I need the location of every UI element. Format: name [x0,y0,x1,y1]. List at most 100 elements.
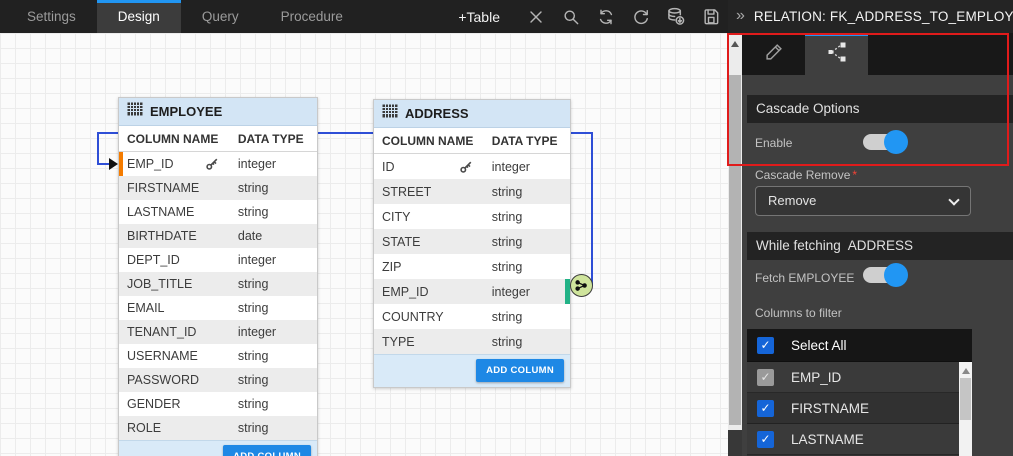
panel-scrollbar[interactable] [728,33,742,456]
table-row[interactable]: EMP_ID integer [119,152,317,176]
table-footer: ADD COLUMN [374,354,570,387]
toolbar-tab[interactable]: Design [97,0,181,33]
data-type-cell: string [492,260,523,274]
column-name-cell: USERNAME [127,349,198,363]
relation-connector-icon[interactable] [570,274,593,297]
save-icon[interactable] [693,0,728,33]
data-type-cell: string [492,185,523,199]
cascade-remove-select[interactable]: Remove [755,186,971,216]
table-row[interactable]: ROLE string [119,416,317,440]
column-name-cell: STREET [382,185,431,199]
table-row[interactable]: BIRTHDATE date [119,224,317,248]
scroll-up-icon[interactable] [731,41,739,47]
column-name-cell: LASTNAME [127,205,194,219]
table-row[interactable]: EMAIL string [119,296,317,320]
column-name-cell: GENDER [127,397,180,411]
column-checkbox[interactable]: ✓ [757,431,774,448]
table-employee-header[interactable]: EMPLOYEE [119,98,317,126]
table-rows: EMP_ID integer FIRSTNAME [119,152,317,440]
column-filter-row[interactable]: ✓ LASTNAME [747,424,972,455]
toolbar-tab-label: Settings [27,9,76,24]
close-icon[interactable] [518,0,553,33]
refresh-icon[interactable] [588,0,623,33]
scrollbar-thumb[interactable] [960,378,971,420]
select-all-row[interactable]: ✓ Select All [747,329,972,362]
table-row[interactable]: TYPE string [374,329,570,354]
toolbar-tab[interactable]: Procedure [260,0,364,33]
column-filter-row[interactable]: ✓ FIRSTNAME [747,393,972,424]
column-name-cell: CITY [382,210,410,224]
table-row[interactable]: FIRSTNAME string [119,176,317,200]
column-name-cell: EMAIL [127,301,165,315]
column-name-cell: ID [382,160,395,174]
tab-edit-relation[interactable] [742,33,805,75]
data-type-cell: string [492,310,523,324]
table-row[interactable]: STATE string [374,229,570,254]
fetch-employee-label: Fetch EMPLOYEE [755,271,854,285]
table-employee[interactable]: EMPLOYEE COLUMN NAME DATA TYPE EMP_ID [118,97,318,456]
search-icon[interactable] [553,0,588,33]
add-column-button[interactable]: ADD COLUMN [476,359,564,382]
data-type-header: DATA TYPE [484,128,570,153]
while-fetching-header: While fetchingADDRESS [747,232,1013,260]
table-row[interactable]: JOB_TITLE string [119,272,317,296]
table-row[interactable]: DEPT_ID integer [119,248,317,272]
data-type-cell: integer [238,253,276,267]
cascade-remove-value: Remove [768,193,816,208]
toolbar-tab-label: Query [202,9,239,24]
relation-arrow-icon [109,158,118,170]
chevron-down-icon [948,194,959,205]
scrollbar-thumb[interactable] [729,75,741,425]
table-row[interactable]: CITY string [374,204,570,229]
required-asterisk: * [852,168,857,182]
table-row[interactable]: ZIP string [374,254,570,279]
data-type-cell: string [492,235,523,249]
table-footer: ADD COLUMN [119,440,317,456]
list-scrollbar[interactable] [959,362,972,456]
data-type-cell: integer [238,157,276,171]
redo-icon[interactable] [623,0,658,33]
column-checkbox[interactable]: ✓ [757,369,774,386]
panel-header: » RELATION: FK_ADDRESS_TO_EMPLOY... [728,0,1013,33]
data-type-cell: string [238,421,269,435]
panel-tabbar [742,33,1013,75]
data-type-header: DATA TYPE [230,126,317,151]
primary-key-icon [206,158,218,170]
column-name-cell: DEPT_ID [127,253,180,267]
data-type-cell: string [238,205,269,219]
column-filter-row[interactable]: ✓ EMP_ID [747,362,972,393]
table-row[interactable]: PASSWORD string [119,368,317,392]
toolbar-tab[interactable]: Query [181,0,260,33]
database-export-icon[interactable] [658,0,693,33]
column-name-cell: PASSWORD [127,373,199,387]
table-row[interactable]: GENDER string [119,392,317,416]
column-checkbox[interactable]: ✓ [757,400,774,417]
add-table-button[interactable]: +Table [458,9,500,25]
table-address-header[interactable]: ADDRESS [374,100,570,128]
table-row[interactable]: STREET string [374,179,570,204]
table-row[interactable]: USERNAME string [119,344,317,368]
column-name-header: COLUMN NAME [374,128,484,153]
panel-title: RELATION: FK_ADDRESS_TO_EMPLOY... [754,9,1013,24]
data-type-cell: string [492,210,523,224]
fetch-employee-toggle[interactable] [863,264,907,286]
table-row[interactable]: ID integer [374,154,570,179]
collapse-panel-icon[interactable]: » [728,7,754,27]
table-address[interactable]: ADDRESS COLUMN NAME DATA TYPE ID [373,99,571,388]
cascade-enable-toggle[interactable] [863,131,907,153]
table-row[interactable]: COUNTRY string [374,304,570,329]
table-row[interactable]: LASTNAME string [119,200,317,224]
design-canvas[interactable]: EMPLOYEE COLUMN NAME DATA TYPE EMP_ID [0,33,728,456]
add-column-button[interactable]: ADD COLUMN [223,445,311,456]
data-type-cell: integer [492,285,530,299]
table-column-headers: COLUMN NAME DATA TYPE [119,126,317,152]
tab-relation-settings[interactable] [805,33,868,75]
table-row[interactable]: EMP_ID integer [374,279,570,304]
data-type-cell: string [238,277,269,291]
scroll-up-icon[interactable] [962,368,970,374]
toolbar-tab[interactable]: Settings [6,0,97,33]
table-row[interactable]: TENANT_ID integer [119,320,317,344]
column-checkbox-rows: ✓ EMP_ID ✓ FIRSTNAME ✓ LASTNAME [747,362,972,455]
column-name-cell: TYPE [382,335,415,349]
select-all-checkbox[interactable]: ✓ [757,337,774,354]
